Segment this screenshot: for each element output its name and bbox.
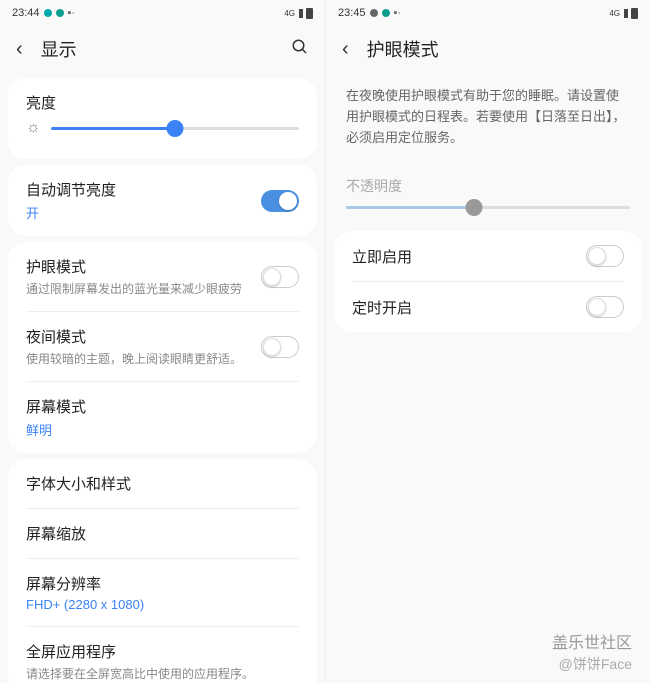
auto-brightness-toggle[interactable] [261,190,299,212]
notification-icon [370,9,378,17]
brightness-label: 亮度 [26,92,299,113]
modes-card: 护眼模式 通过限制屏幕发出的蓝光量来减少眼疲劳 夜间模式 使用较暗的主题，晚上阅… [8,242,317,453]
enable-now-toggle[interactable] [586,245,624,267]
enable-now-label: 立即启用 [352,246,412,267]
schedule-label: 定时开启 [352,297,412,318]
auto-brightness-card: 自动调节亮度 开 [8,165,317,236]
screen-zoom-row[interactable]: 屏幕缩放 [26,509,299,559]
fullscreen-apps-label: 全屏应用程序 [26,641,254,662]
night-mode-toggle[interactable] [261,336,299,358]
screen-mode-label: 屏幕模式 [26,396,86,417]
status-bar: 23:44 ▪· 4G [0,0,325,26]
search-icon[interactable] [291,38,309,61]
opacity-slider[interactable] [346,206,630,209]
eye-comfort-toggle[interactable] [261,266,299,288]
notification-icon: ▪· [68,7,76,19]
battery-icon [306,8,313,19]
font-style-label: 字体大小和样式 [26,473,131,494]
watermark: 盖乐世社区 @饼饼Face [552,633,632,675]
screen-zoom-label: 屏幕缩放 [26,523,86,544]
night-mode-desc: 使用较暗的主题，晚上阅读眼睛更舒适。 [26,350,251,367]
brightness-slider[interactable] [51,127,299,130]
eye-comfort-desc: 通过限制屏幕发出的蓝光量来减少眼疲劳 [26,280,251,297]
toggles-card: 立即启用 定时开启 [334,231,642,332]
resolution-value: FHD+ (2280 x 1080) [26,597,144,612]
watermark-main: 盖乐世社区 [552,633,632,655]
notification-icon [382,9,390,17]
resolution-label: 屏幕分辨率 [26,573,144,594]
notification-icon: ▪· [394,7,402,19]
eye-comfort-label: 护眼模式 [26,256,251,277]
opacity-label: 不透明度 [326,162,650,202]
fullscreen-apps-row[interactable]: 全屏应用程序 请选择要在全屏宽高比中使用的应用程序。 [26,627,299,683]
resolution-row[interactable]: 屏幕分辨率 FHD+ (2280 x 1080) [26,559,299,627]
eye-comfort-row[interactable]: 护眼模式 通过限制屏幕发出的蓝光量来减少眼疲劳 [26,242,299,312]
battery-icon [631,8,638,19]
sun-icon: ☼ [26,119,41,137]
status-bar: 23:45 ▪· 4G [326,0,650,26]
notification-icon [44,9,52,17]
eye-comfort-description: 在夜晚使用护眼模式有助于您的睡眠。请设置使用护眼模式的日程表。若要使用【日落至日… [326,72,650,162]
screen-mode-value: 鲜明 [26,420,86,439]
auto-brightness-row[interactable]: 自动调节亮度 开 [26,165,299,236]
font-style-row[interactable]: 字体大小和样式 [26,459,299,509]
page-header: ‹ 护眼模式 [326,26,650,72]
back-icon[interactable]: ‹ [16,38,23,61]
network-label: 4G [609,9,620,18]
auto-brightness-label: 自动调节亮度 [26,179,116,200]
back-icon[interactable]: ‹ [342,38,349,61]
signal-icon [624,9,628,18]
signal-icon [299,9,303,18]
screen-mode-row[interactable]: 屏幕模式 鲜明 [26,382,299,453]
page-title: 护眼模式 [367,36,634,62]
display-settings-screen: 23:44 ▪· 4G ‹ 显示 亮度 ☼ 自动调节亮度 [0,0,325,683]
clock: 23:44 [12,7,40,19]
display-card: 字体大小和样式 屏幕缩放 屏幕分辨率 FHD+ (2280 x 1080) 全屏… [8,459,317,683]
schedule-toggle[interactable] [586,296,624,318]
brightness-card: 亮度 ☼ [8,78,317,159]
eye-comfort-screen: 23:45 ▪· 4G ‹ 护眼模式 在夜晚使用护眼模式有助于您的睡眠。请设置使… [325,0,650,683]
page-header: ‹ 显示 [0,26,325,72]
night-mode-label: 夜间模式 [26,326,251,347]
auto-brightness-value: 开 [26,203,116,222]
notification-icon [56,9,64,17]
night-mode-row[interactable]: 夜间模式 使用较暗的主题，晚上阅读眼睛更舒适。 [26,312,299,382]
network-label: 4G [284,9,295,18]
watermark-sub: @饼饼Face [552,655,632,675]
clock: 23:45 [338,7,366,19]
fullscreen-apps-desc: 请选择要在全屏宽高比中使用的应用程序。 [26,665,254,682]
page-title: 显示 [41,36,291,62]
schedule-row[interactable]: 定时开启 [352,282,624,332]
enable-now-row[interactable]: 立即启用 [352,231,624,282]
